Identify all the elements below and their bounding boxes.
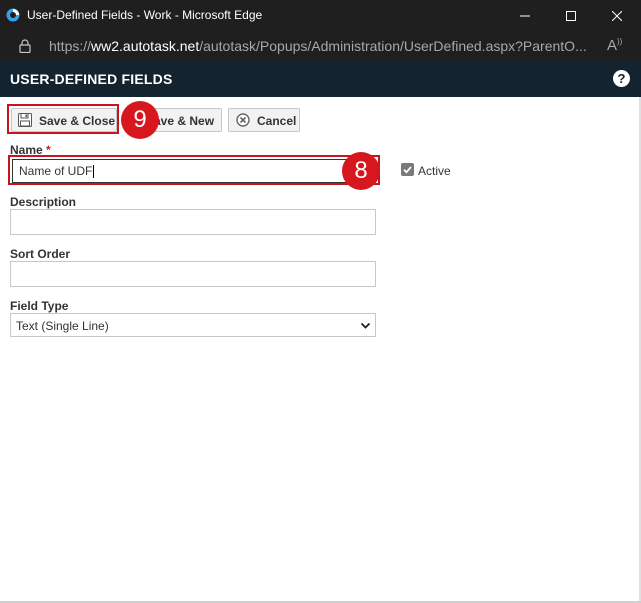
sort-order-input[interactable]	[10, 261, 376, 287]
step-callout-name: 8	[342, 152, 380, 190]
active-checkbox[interactable]	[401, 163, 414, 176]
description-input[interactable]	[10, 209, 376, 235]
text-caret	[93, 165, 95, 179]
minimize-icon	[520, 15, 530, 16]
name-field-highlight: Name of UDF	[8, 155, 380, 185]
name-field-value: Name of UDF	[19, 164, 93, 178]
address-bar[interactable]: https://ww2.autotask.net/autotask/Popups…	[0, 31, 641, 61]
window-titlebar: User-Defined Fields - Work - Microsoft E…	[0, 0, 641, 31]
cancel-circle-icon	[236, 113, 250, 127]
window-title: User-Defined Fields - Work - Microsoft E…	[27, 8, 263, 22]
minimize-button[interactable]	[502, 0, 548, 31]
description-label: Description	[10, 195, 77, 209]
active-label: Active	[418, 164, 451, 178]
checkmark-icon	[403, 166, 412, 174]
field-type-label: Field Type	[10, 299, 69, 313]
field-type-select[interactable]: Text (Single Line)	[10, 313, 376, 337]
url-text[interactable]: https://ww2.autotask.net/autotask/Popups…	[49, 38, 587, 54]
maximize-icon	[566, 10, 576, 21]
url-host: ww2.autotask.net	[91, 38, 200, 54]
cancel-label: Cancel	[257, 114, 297, 128]
cancel-button[interactable]: Cancel	[228, 108, 300, 132]
save-new-label: ave & New	[154, 114, 215, 128]
lock-icon	[19, 39, 31, 53]
maximize-button[interactable]	[548, 0, 594, 31]
step-callout-save: 9	[121, 101, 159, 139]
read-aloud-icon[interactable]: A))	[607, 37, 622, 54]
help-icon[interactable]: ?	[613, 70, 630, 87]
sort-order-label: Sort Order	[10, 247, 71, 261]
field-type-value: Text (Single Line)	[16, 319, 109, 333]
save-close-highlight	[7, 104, 119, 134]
close-icon	[612, 10, 622, 21]
edge-app-icon	[6, 8, 20, 22]
chevron-down-icon	[360, 322, 371, 329]
page-title: USER-DEFINED FIELDS	[10, 71, 173, 87]
name-field[interactable]: Name of UDF	[12, 159, 356, 183]
url-prefix: https://	[49, 38, 92, 54]
page-header: USER-DEFINED FIELDS ?	[0, 61, 641, 97]
close-button[interactable]	[594, 0, 640, 31]
url-path: /autotask/Popups/Administration/UserDefi…	[199, 38, 587, 54]
